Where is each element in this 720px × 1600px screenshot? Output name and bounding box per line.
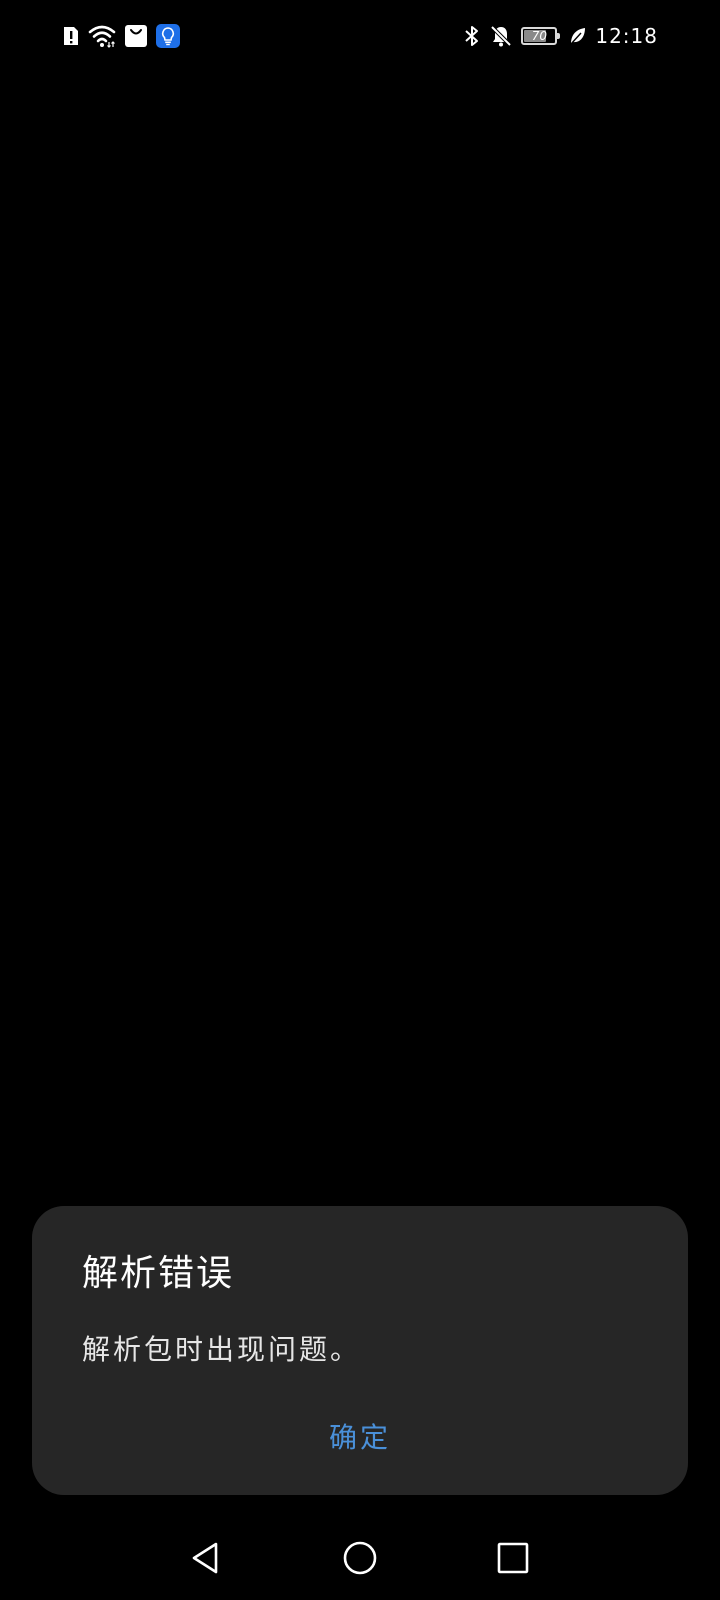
back-button[interactable]	[182, 1534, 230, 1582]
recents-button[interactable]	[489, 1534, 537, 1582]
battery-level: 70	[531, 29, 547, 43]
status-bar: 70 12:18	[0, 0, 720, 72]
wifi-icon	[88, 24, 116, 48]
dialog-title: 解析错误	[82, 1253, 235, 1294]
bluetooth-icon	[463, 24, 481, 48]
status-bar-left	[62, 22, 180, 50]
leaf-icon	[569, 26, 587, 46]
ok-button[interactable]: 确定	[32, 1414, 688, 1462]
status-bar-right: 70 12:18	[463, 22, 658, 50]
navigation-bar	[0, 1520, 720, 1600]
alert-sim-icon	[62, 25, 80, 47]
parse-error-dialog: 解析错误 解析包时出现问题。 确定	[32, 1206, 688, 1495]
shopping-bag-icon	[124, 24, 148, 48]
status-time: 12:18	[595, 24, 658, 48]
bell-off-icon	[489, 24, 513, 48]
screen: 70 12:18 解析错误 解析包时出现问题。 确定	[0, 0, 720, 1600]
home-button[interactable]	[336, 1534, 384, 1582]
battery-icon: 70	[521, 27, 561, 45]
recents-icon	[495, 1540, 531, 1576]
lightbulb-app-icon	[156, 24, 180, 48]
home-icon	[342, 1540, 378, 1576]
dialog-message: 解析包时出现问题。	[82, 1333, 362, 1366]
back-icon	[188, 1540, 224, 1576]
